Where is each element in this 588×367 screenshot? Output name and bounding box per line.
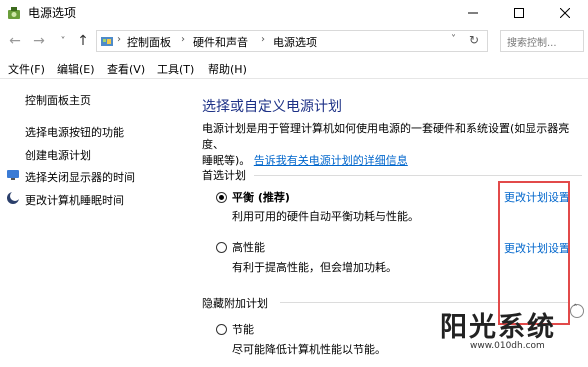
menu-file[interactable]: 文件(F) (8, 61, 45, 77)
back-button[interactable]: ← (6, 32, 24, 50)
menu-view[interactable]: 查看(V) (107, 61, 145, 77)
up-arrow-icon: ↑ (77, 33, 89, 49)
close-button[interactable] (542, 0, 588, 26)
page-title: 选择或自定义电源计划 (202, 99, 342, 115)
maximize-icon (514, 8, 524, 18)
sleep-time-link[interactable]: 更改计算机睡眠时间 (25, 192, 124, 208)
refresh-button[interactable]: ↻ (469, 33, 479, 47)
menu-tools[interactable]: 工具(T) (157, 61, 194, 77)
chevron-down-icon: ˅ (60, 35, 66, 47)
high-performance-plan-desc: 有利于提高性能，但会增加功耗。 (232, 261, 397, 274)
power-options-icon (6, 5, 22, 21)
power-saver-plan-name: 节能 (232, 323, 254, 336)
address-dropdown-button[interactable]: ˅ (451, 34, 456, 45)
forward-arrow-icon: → (33, 33, 45, 49)
breadcrumb-power-options[interactable]: 电源选项 (273, 34, 317, 50)
choose-power-button-link[interactable]: 选择电源按钮的功能 (25, 124, 124, 140)
breadcrumb-separator: › (117, 34, 121, 45)
minimize-button[interactable] (450, 0, 496, 26)
power-saver-plan-desc: 尽可能降低计算机性能以节能。 (232, 343, 386, 356)
search-placeholder: 搜索控制... (507, 38, 557, 49)
title-bar: 电源选项 (0, 0, 588, 26)
watermark-logo: 阳光系统 (440, 312, 556, 343)
address-bar[interactable]: › 控制面板 › 硬件和声音 › 电源选项 ˅ ↻ (96, 30, 488, 52)
forward-button[interactable]: → (30, 32, 48, 50)
back-arrow-icon: ← (9, 33, 21, 49)
maximize-button[interactable] (496, 0, 542, 26)
recent-locations-button[interactable]: ˅ (54, 32, 72, 50)
section-divider (254, 175, 582, 176)
navigation-bar: ← → ˅ ↑ › 控制面板 › 硬件和声音 › 电源选项 ˅ ↻ 搜索控制..… (0, 26, 588, 56)
description-text-2: 睡眠等)。 (202, 154, 251, 167)
display-icon (6, 168, 20, 182)
balanced-plan-name: 平衡 (推荐) (232, 191, 290, 204)
breadcrumb-separator: › (261, 34, 265, 45)
search-box[interactable]: 搜索控制... (500, 30, 584, 52)
sleep-moon-icon (6, 191, 20, 205)
breadcrumb-separator: › (181, 34, 185, 45)
create-power-plan-link[interactable]: 创建电源计划 (25, 147, 91, 163)
balanced-radio[interactable] (216, 192, 227, 203)
menu-help[interactable]: 帮助(H) (208, 61, 247, 77)
learn-more-link[interactable]: 告诉我有关电源计划的详细信息 (254, 154, 408, 167)
control-panel-home-link[interactable]: 控制面板主页 (25, 92, 91, 108)
breadcrumb-control-panel[interactable]: 控制面板 (127, 34, 171, 50)
hidden-plans-heading[interactable]: 隐藏附加计划 (202, 295, 268, 311)
description-text-1: 电源计划是用于管理计算机如何使用电源的一套硬件和系统设置(如显示器亮度、 (202, 122, 570, 151)
window-title: 电源选项 (28, 6, 77, 20)
display-off-time-link[interactable]: 选择关闭显示器的时间 (25, 169, 135, 185)
up-button[interactable]: ↑ (74, 32, 92, 50)
power-saver-radio[interactable] (216, 324, 227, 335)
close-icon (560, 8, 570, 18)
high-performance-plan-name: 高性能 (232, 241, 265, 254)
preferred-plans-heading: 首选计划 (202, 169, 246, 182)
menu-bar: 文件(F) 编辑(E) 查看(V) 工具(T) 帮助(H) (0, 58, 588, 79)
highlight-box (498, 181, 570, 325)
expand-hidden-plans-button[interactable]: ˄ (570, 304, 584, 318)
plan-description: 电源计划是用于管理计算机如何使用电源的一套硬件和系统设置(如显示器亮度、 睡眠等… (202, 121, 582, 169)
minimize-icon (468, 12, 478, 14)
chevron-up-icon: ˄ (573, 304, 578, 314)
breadcrumb-hardware-sound[interactable]: 硬件和声音 (193, 34, 248, 50)
chevron-down-icon: ˅ (451, 34, 456, 45)
watermark-url: www.010dh.com (470, 341, 545, 351)
balanced-plan-desc: 利用可用的硬件自动平衡功耗与性能。 (232, 210, 419, 223)
high-performance-radio[interactable] (216, 242, 227, 253)
refresh-icon: ↻ (469, 33, 480, 47)
control-panel-icon (100, 34, 114, 48)
menu-edit[interactable]: 编辑(E) (57, 61, 95, 77)
